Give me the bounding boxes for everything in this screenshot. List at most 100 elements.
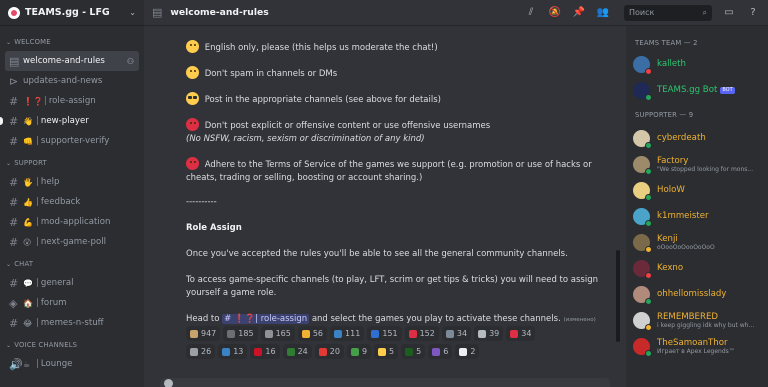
member-text: TheSamoanThor Играет в Apex Legends™: [657, 338, 757, 355]
channel-general[interactable]: # 💬 | general: [5, 273, 139, 293]
reaction-chip[interactable]: 165: [260, 326, 295, 341]
reaction-chip[interactable]: 2: [455, 344, 480, 359]
member-text: ohhellomisslady: [657, 289, 726, 299]
add-member-icon[interactable]: ⚇: [127, 57, 134, 66]
avatar: [633, 129, 652, 149]
unread-indicator: [0, 117, 3, 125]
status-indicator: [645, 349, 652, 357]
scrollbar[interactable]: [616, 250, 620, 342]
reaction-chip[interactable]: 39: [474, 326, 504, 341]
pinned-messages-icon[interactable]: 📌: [572, 7, 586, 18]
reaction-chip[interactable]: 5: [401, 344, 426, 359]
reaction-chip[interactable]: 34: [441, 326, 472, 341]
channel-supporter-verify[interactable]: # 👊 | supporter-verify: [5, 131, 139, 151]
channel-next-game-poll[interactable]: # 😮 | next-game-poll: [5, 232, 139, 252]
message-composer[interactable]: [160, 378, 610, 387]
member-name-text: Factory: [657, 155, 689, 166]
reaction-chip[interactable]: 56: [297, 326, 328, 341]
voice-channel-lounge[interactable]: 🔊 ☕ | Lounge: [5, 354, 139, 374]
reaction-chip[interactable]: 152: [404, 326, 439, 341]
avatar: [633, 55, 652, 75]
reaction-chip[interactable]: 5: [374, 344, 399, 359]
reaction-count: 34: [521, 329, 532, 338]
reaction-chip[interactable]: 26: [186, 344, 216, 359]
member-name-text: HoloW: [657, 185, 685, 195]
separator: |: [36, 177, 39, 187]
member-text: REMEMBERED i keep giggling idk why but wh…: [657, 312, 757, 329]
status-indicator: [645, 219, 652, 227]
channel-feedback[interactable]: # 👍 | feedback: [5, 192, 139, 212]
search-input[interactable]: Поиск ⌕: [624, 4, 712, 21]
channel-new-player[interactable]: # 👋 | new-player: [0, 111, 139, 131]
reaction-emoji-icon: [432, 347, 441, 356]
member-list-icon[interactable]: 👥: [596, 7, 610, 18]
channel-emoji: 🏠: [23, 298, 33, 308]
member-list: TEAMS TEAM — 2 kalleth TEAMS.gg Bot BOT SUP…: [626, 26, 768, 387]
reaction-row: 26 13 16 24 20 9 5 5 6 2: [186, 344, 586, 359]
member-item[interactable]: TheSamoanThor Играет в Apex Legends™: [633, 334, 765, 358]
rule-3: Post in the appropriate channels (see ab…: [186, 92, 604, 107]
member-item[interactable]: cyberdeath: [633, 126, 765, 150]
member-name-text: kalleth: [657, 59, 686, 69]
hash-icon: #: [9, 114, 19, 128]
search-placeholder: Поиск: [629, 8, 655, 17]
notifications-muted-icon[interactable]: 🔕: [548, 7, 562, 18]
reaction-count: 151: [382, 329, 398, 338]
reaction-chip[interactable]: 947: [186, 326, 221, 341]
reaction-chip[interactable]: 151: [367, 326, 402, 341]
channel-role-assign[interactable]: # ❗❓ | role-assign: [5, 91, 139, 111]
channel-mod-application[interactable]: # 💪 | mod-application: [5, 212, 139, 232]
separator: |: [43, 96, 47, 106]
member-item[interactable]: TEAMS.gg Bot BOT: [633, 78, 765, 102]
inbox-icon[interactable]: ▭: [722, 7, 736, 18]
channel-welcome-and-rules[interactable]: ▤ welcome-and-rules ⚇: [5, 51, 139, 71]
reaction-chip[interactable]: 185: [223, 326, 258, 341]
status-indicator: [645, 297, 652, 305]
reaction-count: 185: [238, 329, 254, 338]
member-name: Factory: [657, 156, 757, 166]
category-welcome[interactable]: ⌄ WELCOME: [6, 36, 138, 48]
reaction-chip[interactable]: 6: [428, 344, 453, 359]
add-attachment-icon[interactable]: [164, 379, 173, 387]
channel-emoji: ❗❓: [23, 96, 43, 106]
member-name-text: TEAMS.gg Bot: [657, 85, 718, 95]
paragraph-text-cont: yourself a game role.: [186, 288, 277, 298]
category-chat[interactable]: ⌄ CHAT: [6, 258, 138, 270]
channel-label: memes-n-stuff: [40, 318, 104, 328]
channel-mention-role-assign[interactable]: # ❗❓| role-assign: [222, 314, 310, 324]
member-item[interactable]: kalleth: [633, 52, 765, 76]
help-icon[interactable]: ?: [746, 7, 760, 18]
reaction-chip[interactable]: 9: [346, 344, 372, 359]
server-header[interactable]: TEAMS.gg - LFG ⌄: [0, 0, 144, 26]
avatar: [633, 233, 652, 253]
member-item[interactable]: Kexno: [633, 256, 765, 280]
channel-forum[interactable]: ◈ 🏠 | forum: [5, 293, 139, 313]
member-item[interactable]: Factory "We stopped looking for mons...: [633, 152, 765, 176]
reaction-chip[interactable]: 20: [314, 344, 344, 359]
reaction-chip[interactable]: 13: [218, 344, 248, 359]
channel-help[interactable]: # 🖐 | help: [5, 172, 139, 192]
reaction-chip[interactable]: 16: [250, 344, 280, 359]
member-item[interactable]: ohhellomisslady: [633, 282, 765, 306]
channel-memes-n-stuff[interactable]: # 😂 | memes-n-stuff: [5, 313, 139, 333]
member-name-text: TheSamoanThor: [657, 337, 728, 348]
category-support[interactable]: ⌄ SUPPORT: [6, 157, 138, 169]
member-name: TheSamoanThor: [657, 338, 757, 348]
reaction-emoji-icon: [445, 329, 454, 338]
rule-text: English only, please (this helps us mode…: [204, 43, 438, 53]
member-item[interactable]: k1mmeister: [633, 204, 765, 228]
member-item[interactable]: Kenji oOooOoOooOoOoO: [633, 230, 765, 254]
reaction-chip[interactable]: 34: [506, 326, 536, 341]
member-group-header: TEAMS TEAM — 2: [635, 39, 698, 47]
reaction-count: 20: [329, 347, 340, 356]
threads-icon[interactable]: ⫽: [524, 7, 538, 18]
category-label: SUPPORT: [14, 159, 47, 167]
reaction-chip[interactable]: 111: [330, 326, 365, 341]
member-item[interactable]: HoloW: [633, 178, 765, 202]
member-item[interactable]: REMEMBERED i keep giggling idk why but wh…: [633, 308, 765, 332]
chevron-down-icon[interactable]: ⌄: [129, 8, 136, 17]
member-text: TEAMS.gg Bot BOT: [657, 85, 735, 95]
reaction-chip[interactable]: 24: [282, 344, 312, 359]
channel-updates-and-news[interactable]: ⊳ updates-and-news: [5, 71, 139, 91]
category-voice-channels[interactable]: ⌄ VOICE CHANNELS: [6, 339, 138, 351]
